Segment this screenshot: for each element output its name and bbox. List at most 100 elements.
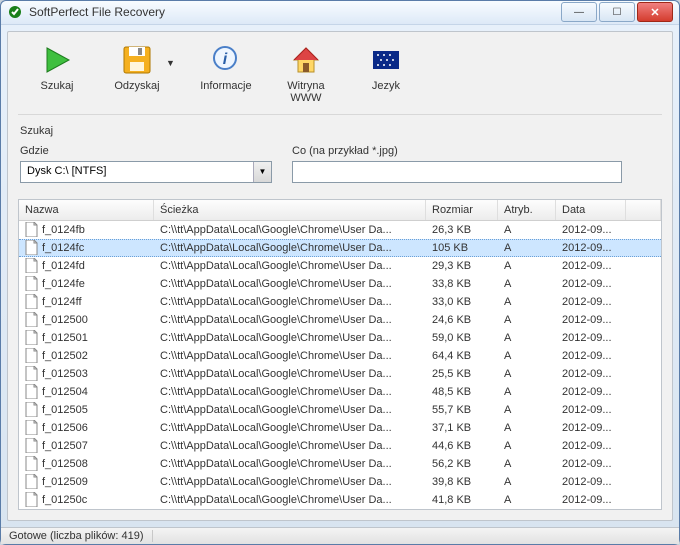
- where-dropdown[interactable]: Dysk C:\ [NTFS] ▼: [20, 161, 272, 183]
- window-controls: — ☐ ✕: [559, 2, 673, 22]
- col-attr[interactable]: Atryb.: [498, 200, 556, 220]
- table-row[interactable]: f_0124ffC:\\tt\AppData\Local\Google\Chro…: [19, 293, 661, 311]
- file-path: C:\\tt\AppData\Local\Google\Chrome\User …: [154, 439, 426, 453]
- info-icon: i: [210, 44, 242, 76]
- file-path: C:\\tt\AppData\Local\Google\Chrome\User …: [154, 277, 426, 291]
- recover-dropdown-arrow[interactable]: ▼: [164, 56, 177, 70]
- file-name: f_012507: [42, 440, 88, 452]
- table-row[interactable]: f_0124fd C:\\tt\AppData\Local\Google\Chro…: [19, 257, 661, 275]
- minimize-icon: —: [574, 7, 584, 18]
- file-path: C:\\tt\AppData\Local\Google\Chrome\User …: [154, 367, 426, 381]
- file-icon: [25, 438, 38, 453]
- file-name: f_0124ff: [42, 296, 82, 308]
- app-icon: [7, 4, 23, 20]
- table-row[interactable]: f_012507 C:\\tt\AppData\Local\Google\Chro…: [19, 437, 661, 455]
- table-row[interactable]: f_012506 C:\\tt\AppData\Local\Google\Chro…: [19, 419, 661, 437]
- col-size[interactable]: Rozmiar: [426, 200, 498, 220]
- table-row[interactable]: f_0124feC:\\tt\AppData\Local\Google\Chro…: [19, 275, 661, 293]
- col-name[interactable]: Nazwa: [19, 200, 154, 220]
- file-size: 55,7 KB: [426, 403, 498, 417]
- file-attr: A: [498, 421, 556, 435]
- search-label: Szukaj: [40, 80, 73, 92]
- file-name: f_012504: [42, 386, 88, 398]
- col-date[interactable]: Data: [556, 200, 626, 220]
- file-icon: [25, 420, 38, 435]
- website-button[interactable]: Witryna WWW: [275, 44, 337, 104]
- file-attr: A: [498, 259, 556, 273]
- close-button[interactable]: ✕: [637, 2, 673, 22]
- language-label: Jezyk: [372, 80, 400, 92]
- table-row[interactable]: f_012504 C:\\tt\AppData\Local\Google\Chro…: [19, 383, 661, 401]
- search-panel: Szukaj Gdzie Dysk C:\ [NTFS] ▼ Co (na pr…: [18, 114, 662, 189]
- table-row[interactable]: f_012503C:\\tt\AppData\Local\Google\Chro…: [19, 365, 661, 383]
- toolbar: Szukaj Odzyskaj ▼ i Informacje: [18, 42, 662, 112]
- col-path[interactable]: Ścieżka: [154, 200, 426, 220]
- file-size: 33,8 KB: [426, 277, 498, 291]
- table-body[interactable]: f_0124fb C:\\tt\AppData\Local\Google\Chro…: [19, 221, 661, 509]
- file-path: C:\\tt\AppData\Local\Google\Chrome\User …: [154, 475, 426, 489]
- file-size: 37,1 KB: [426, 421, 498, 435]
- file-icon: [25, 384, 38, 399]
- statusbar: Gotowe (liczba plików: 419): [1, 527, 679, 545]
- status-text: Gotowe (liczba plików: 419): [9, 530, 153, 542]
- file-path: C:\\tt\AppData\Local\Google\Chrome\User …: [154, 421, 426, 435]
- file-name: f_0124fb: [42, 224, 85, 236]
- table-row[interactable]: f_01250cC:\\tt\AppData\Local\Google\Chro…: [19, 491, 661, 509]
- file-size: 56,2 KB: [426, 457, 498, 471]
- file-name: f_012506: [42, 422, 88, 434]
- file-attr: A: [498, 493, 556, 507]
- table-row[interactable]: f_012508C:\\tt\AppData\Local\Google\Chro…: [19, 455, 661, 473]
- file-icon: [25, 276, 38, 291]
- file-name: f_0124fd: [42, 260, 85, 272]
- table-row[interactable]: f_0124fcC:\\tt\AppData\Local\Google\Chro…: [19, 239, 661, 257]
- file-path: C:\\tt\AppData\Local\Google\Chrome\User …: [154, 223, 426, 237]
- table-row[interactable]: f_012502C:\\tt\AppData\Local\Google\Chro…: [19, 347, 661, 365]
- file-size: 39,8 KB: [426, 475, 498, 489]
- window-title: SoftPerfect File Recovery: [29, 5, 559, 19]
- file-size: 44,6 KB: [426, 439, 498, 453]
- file-name: f_012505: [42, 404, 88, 416]
- where-label: Gdzie: [20, 145, 272, 157]
- recover-button[interactable]: Odzyskaj: [106, 44, 168, 92]
- floppy-icon: [121, 44, 153, 76]
- file-name: f_012500: [42, 314, 88, 326]
- file-date: 2012-09...: [556, 385, 626, 399]
- file-size: 64,4 KB: [426, 349, 498, 363]
- file-date: 2012-09...: [556, 475, 626, 489]
- file-icon: [25, 474, 38, 489]
- file-attr: A: [498, 439, 556, 453]
- file-path: C:\\tt\AppData\Local\Google\Chrome\User …: [154, 385, 426, 399]
- file-date: 2012-09...: [556, 457, 626, 471]
- file-date: 2012-09...: [556, 223, 626, 237]
- file-date: 2012-09...: [556, 331, 626, 345]
- info-button[interactable]: i Informacje: [195, 44, 257, 92]
- file-icon: [25, 348, 38, 363]
- file-date: 2012-09...: [556, 349, 626, 363]
- search-button[interactable]: Szukaj: [26, 44, 88, 92]
- table-row[interactable]: f_012509C:\\tt\AppData\Local\Google\Chro…: [19, 473, 661, 491]
- recover-split: Odzyskaj ▼: [106, 44, 177, 92]
- table-row[interactable]: f_012500C:\\tt\AppData\Local\Google\Chro…: [19, 311, 661, 329]
- content-area: Szukaj Odzyskaj ▼ i Informacje: [7, 31, 673, 521]
- play-icon: [41, 44, 73, 76]
- titlebar[interactable]: SoftPerfect File Recovery — ☐ ✕: [1, 1, 679, 25]
- file-date: 2012-09...: [556, 259, 626, 273]
- search-panel-title: Szukaj: [20, 125, 660, 137]
- table-row[interactable]: f_012505C:\\tt\AppData\Local\Google\Chro…: [19, 401, 661, 419]
- maximize-button[interactable]: ☐: [599, 2, 635, 22]
- minimize-button[interactable]: —: [561, 2, 597, 22]
- file-path: C:\\tt\AppData\Local\Google\Chrome\User …: [154, 241, 426, 255]
- table-row[interactable]: f_012501C:\\tt\AppData\Local\Google\Chro…: [19, 329, 661, 347]
- svg-text:i: i: [223, 51, 228, 68]
- file-icon: [25, 312, 38, 327]
- file-icon: [25, 240, 38, 255]
- file-path: C:\\tt\AppData\Local\Google\Chrome\User …: [154, 259, 426, 273]
- what-input[interactable]: [292, 161, 622, 183]
- chevron-down-icon: ▼: [253, 162, 271, 182]
- file-attr: A: [498, 313, 556, 327]
- file-date: 2012-09...: [556, 295, 626, 309]
- file-attr: A: [498, 223, 556, 237]
- language-button[interactable]: Jezyk: [355, 44, 417, 92]
- table-row[interactable]: f_0124fb C:\\tt\AppData\Local\Google\Chro…: [19, 221, 661, 239]
- close-icon: ✕: [650, 6, 659, 19]
